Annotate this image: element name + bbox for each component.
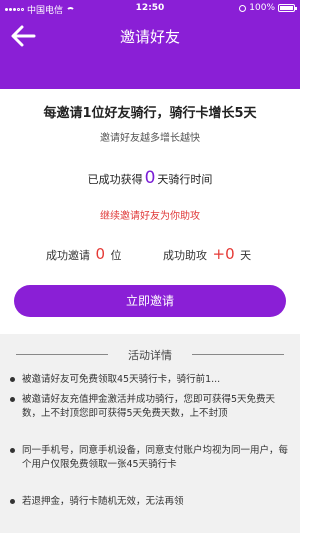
details-title: 活动详情 (128, 349, 172, 362)
rule-item: 被邀请好友充值押金激活并成功骑行，您即可获得5天免费天数，上不封顶您即可获得5天… (10, 393, 288, 420)
obtained-prefix: 已成功获得 (87, 173, 143, 186)
battery-icon (278, 4, 297, 12)
rule-item: 同一手机号，同意手机设备，同意支付账户均视为同一用户，每个用户仅限免费领取一张4… (10, 444, 288, 471)
bullet-icon (10, 397, 15, 402)
invite-headline: 每邀请1位好友骑行，骑行卡增长5天 (43, 106, 257, 121)
rule-item: 若退押金，骑行卡随机无效，无法再领 (10, 495, 288, 509)
assist-count: +0 (212, 245, 235, 263)
invite-now-button[interactable]: 立即邀请 (14, 285, 286, 317)
rule-text: 若退押金，骑行卡随机无效，无法再领 (22, 496, 184, 507)
rule-text: 被邀请好友充值押金激活并成功骑行，您即可获得5天免费天数，上不封顶您即可获得5天… (22, 394, 276, 419)
divider-right (192, 354, 284, 355)
invited-count: 0 (95, 245, 106, 263)
invited-label: 成功邀请 (46, 249, 90, 262)
continue-hint: 继续邀请好友为你助攻 (100, 211, 200, 222)
rule-text: 被邀请好友可免费领取45天骑行卡，骑行前1... (22, 374, 221, 385)
obtained-days-count: 0 (144, 168, 156, 188)
bullet-icon (10, 499, 15, 504)
invited-stat: 成功邀请 0 位 (46, 245, 122, 263)
battery-percent: 100% (249, 3, 275, 13)
bullet-icon (10, 448, 15, 453)
rule-item: 被邀请好友可免费领取45天骑行卡，骑行前1... (10, 373, 288, 387)
invited-unit: 位 (110, 249, 122, 262)
assist-unit: 天 (240, 249, 252, 262)
rule-text: 同一手机号，同意手机设备，同意支付账户均视为同一用户，每个用户仅限免费领取一张4… (22, 445, 289, 470)
details-header: 活动详情 (0, 347, 300, 362)
status-right: 100% (239, 3, 297, 13)
bullet-icon (10, 377, 15, 382)
obtained-days-row: 已成功获得 0 天骑行时间 (0, 168, 300, 188)
activity-details: 活动详情 被邀请好友可免费领取45天骑行卡，骑行前1... 被邀请好友充值押金激… (0, 334, 300, 533)
invite-subline: 邀请好友越多增长越快 (100, 133, 200, 144)
page-title: 邀请好友 (119, 28, 180, 46)
status-bar: 中国电信 12:50 100% (0, 0, 300, 16)
obtained-suffix: 天骑行时间 (157, 173, 213, 186)
header-band (0, 56, 300, 89)
assist-label: 成功助攻 (163, 249, 207, 262)
alarm-icon (239, 4, 247, 12)
assist-stat: 成功助攻 +0 天 (163, 245, 251, 263)
nav-bar: 邀请好友 (0, 16, 300, 56)
